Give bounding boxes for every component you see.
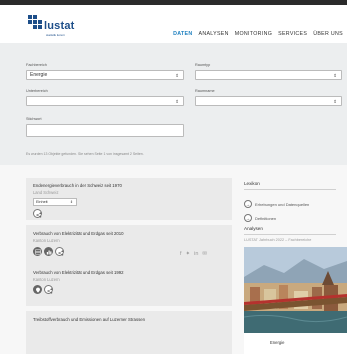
- result-card[interactable]: Endenergieverbrauch in der Schweiz seit …: [26, 178, 232, 220]
- unterbereich-select[interactable]: ⇕: [26, 96, 184, 106]
- lexikon-link-label: Erhebungen und Datenquellen: [255, 201, 310, 207]
- fachbereich-label: Fachbereich: [26, 63, 47, 67]
- chevron-updown-icon: ⇕: [175, 73, 179, 78]
- stichwort-label: Stichwort: [26, 117, 42, 121]
- result-card[interactable]: Treibstoffverbrauch und Emissionen auf L…: [26, 311, 232, 354]
- logo-text: lustat: [44, 20, 75, 32]
- lexikon-link-definitionen[interactable]: → Definitionen: [244, 214, 276, 222]
- nav-item-services[interactable]: SERVICES: [278, 31, 307, 37]
- result-title[interactable]: Endenergieverbrauch in der Schweiz seit …: [33, 183, 122, 188]
- chevron-updown-icon: ⇕: [175, 99, 179, 104]
- main-nav: DATEN ANALYSEN MONITORING SERVICES ÜBER …: [173, 31, 343, 37]
- map-icon[interactable]: [33, 285, 42, 294]
- filter-panel: Fachbereich Energie ⇕ Raumtyp ⇕ Unterber…: [0, 43, 347, 165]
- nav-item-daten[interactable]: DATEN: [173, 31, 192, 37]
- arrow-right-icon: →: [244, 214, 252, 222]
- result-title[interactable]: Treibstoffverbrauch und Emissionen auf L…: [33, 317, 145, 322]
- nav-item-ueber-uns[interactable]: ÜBER UNS: [313, 31, 343, 37]
- photo-caption: Energie: [244, 333, 347, 354]
- lexikon-link-erhebungen[interactable]: → Erhebungen und Datenquellen: [244, 200, 309, 208]
- chart-icon[interactable]: [44, 247, 53, 256]
- email-icon[interactable]: ✉: [202, 251, 207, 257]
- arrow-right-icon: →: [244, 200, 252, 208]
- result-title[interactable]: Verbrauch von Elektrizität und Erdgas se…: [33, 231, 124, 236]
- stichwort-input[interactable]: [26, 124, 184, 137]
- unterbereich-label: Unterbereich: [26, 89, 48, 93]
- result-subtitle: Kanton Luzern: [33, 238, 60, 243]
- unit-select-value: Einheit: [36, 200, 48, 204]
- lexikon-link-label: Definitionen: [255, 215, 277, 221]
- share-icon[interactable]: [55, 247, 64, 256]
- nav-item-monitoring[interactable]: MONITORING: [235, 31, 272, 37]
- share-icon[interactable]: [33, 209, 42, 218]
- analysen-subtitle[interactable]: LUSTAT Jahrbuch 2022 – Fachbereiche: [244, 238, 311, 242]
- facebook-icon[interactable]: f: [180, 251, 182, 257]
- unit-select[interactable]: Einheit ⇕: [33, 198, 77, 206]
- share-icon[interactable]: [44, 285, 53, 294]
- sidebar: Lexikon → Erhebungen und Datenquellen → …: [240, 165, 347, 354]
- nav-item-analysen[interactable]: ANALYSEN: [199, 31, 229, 37]
- raumtyp-select[interactable]: ⇕: [195, 70, 342, 80]
- lucerne-photo[interactable]: [244, 247, 347, 333]
- analysen-heading: Analysen: [244, 226, 263, 231]
- twitter-icon[interactable]: ✦: [186, 251, 191, 257]
- raumname-label: Raumname: [195, 89, 215, 93]
- logo-mark-icon: [26, 14, 44, 32]
- divider: [244, 234, 336, 235]
- share-links: f ✦ in ✉: [180, 251, 207, 257]
- raumname-select[interactable]: ⇕: [195, 96, 342, 106]
- result-card[interactable]: Verbrauch von Elektrizität und Erdgas se…: [26, 264, 232, 306]
- lustat-logo[interactable]: lustat statistik luzern: [26, 14, 78, 40]
- chevron-updown-icon: ⇕: [333, 73, 337, 78]
- logo-subline: statistik luzern: [46, 33, 66, 37]
- divider: [244, 189, 336, 190]
- result-subtitle: Kanton Luzern: [33, 277, 60, 282]
- site-header: lustat statistik luzern DATEN ANALYSEN M…: [0, 5, 347, 43]
- chevron-updown-icon: ⇕: [333, 99, 337, 104]
- lexikon-heading: Lexikon: [244, 181, 260, 186]
- fachbereich-value: Energie: [30, 72, 48, 78]
- chevron-updown-icon: ⇕: [69, 200, 73, 204]
- fachbereich-select[interactable]: Energie ⇕: [26, 70, 184, 80]
- result-title[interactable]: Verbrauch von Elektrizität und Erdgas se…: [33, 270, 124, 275]
- result-subtitle: Land Schweiz: [33, 190, 59, 195]
- raumtyp-label: Raumtyp: [195, 63, 211, 67]
- table-icon[interactable]: [33, 247, 42, 256]
- result-count-note: Es wurden 13 Objekte gefunden. Sie sehen…: [26, 152, 144, 156]
- linkedin-icon[interactable]: in: [194, 251, 198, 257]
